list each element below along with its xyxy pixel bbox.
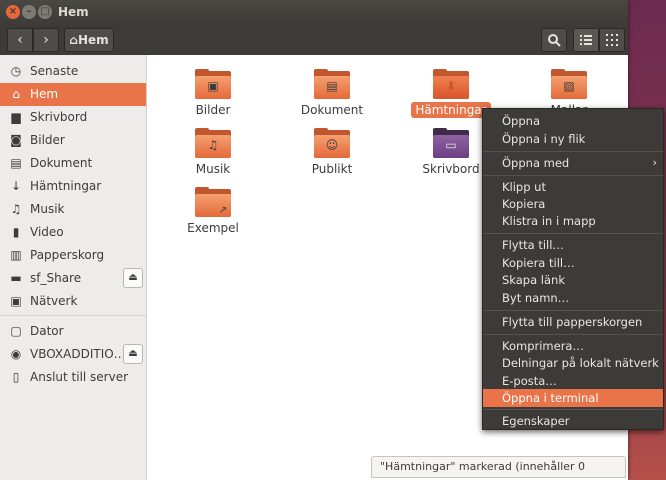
menu-item-kopiera[interactable]: Kopiera xyxy=(483,195,663,213)
public-folder-icon: ☺ xyxy=(314,128,350,158)
menu-item-oppna-i-ny-flik[interactable]: Öppna i ny flik xyxy=(483,130,663,148)
video-icon: ▮ xyxy=(12,225,20,239)
toolbar: ‹ › ⌂Hem xyxy=(0,25,628,55)
sidebar-item-sf-share[interactable]: ▬ sf_Share ⏏ xyxy=(0,267,146,290)
menu-separator xyxy=(483,151,663,152)
eject-icon: ⏏ xyxy=(128,272,138,283)
sidebar-item-dokument[interactable]: ▤ Dokument xyxy=(0,152,146,175)
eject-button[interactable]: ⏏ xyxy=(123,268,143,288)
menu-item-komprimera[interactable]: Komprimera… xyxy=(483,337,663,355)
window-title: Hem xyxy=(58,5,89,19)
menu-item-flytta-till[interactable]: Flytta till… xyxy=(483,236,663,254)
menu-item-skapa-lank[interactable]: Skapa länk xyxy=(483,271,663,289)
folder-exempel[interactable]: ↗ Exempel xyxy=(163,187,263,235)
computer-icon: ▢ xyxy=(10,324,22,338)
menu-separator xyxy=(483,334,663,335)
search-icon xyxy=(548,34,561,47)
chevron-right-icon: › xyxy=(43,32,49,48)
menu-separator xyxy=(483,233,663,234)
path-bar-label: Hem xyxy=(77,33,109,47)
sidebar-item-papperskorg[interactable]: ▥ Papperskorg xyxy=(0,244,146,267)
path-bar-home-button[interactable]: ⌂Hem xyxy=(64,28,114,52)
desktop-icon: ▆ xyxy=(11,110,21,124)
trash-icon: ▥ xyxy=(10,248,22,262)
menu-item-oppna[interactable]: Öppna xyxy=(483,112,663,130)
folder-label: Hämtningar xyxy=(411,102,491,118)
sidebar-item-skrivbord[interactable]: ▆ Skrivbord xyxy=(0,106,146,129)
network-icon: ▣ xyxy=(10,294,22,308)
titlebar: × – □ Hem xyxy=(0,0,628,25)
chevron-right-icon: › xyxy=(652,156,657,169)
sidebar: ◷ Senaste ⌂ Hem ▆ Skrivbord ◙ Bilder ▤ Dokume… xyxy=(0,55,147,480)
clock-icon: ◷ xyxy=(10,64,22,78)
documents-folder-icon: ▤ xyxy=(314,69,350,99)
sidebar-item-natverk[interactable]: ▣ Nätverk xyxy=(0,290,146,313)
maximize-window-button[interactable]: □ xyxy=(38,5,52,19)
menu-item-klistra-in-i-mapp[interactable]: Klistra in i mapp xyxy=(483,212,663,230)
sidebar-item-vboxadditions[interactable]: ◉ VBOXADDITIO… ⏏ xyxy=(0,343,146,366)
sidebar-item-hem[interactable]: ⌂ Hem xyxy=(0,83,146,106)
menu-item-klipp-ut[interactable]: Klipp ut xyxy=(483,178,663,196)
sidebar-item-video[interactable]: ▮ Video xyxy=(0,221,146,244)
menu-separator xyxy=(483,409,663,410)
document-icon: ▤ xyxy=(10,156,22,170)
menu-item-label: Öppna med xyxy=(502,156,570,170)
home-icon: ⌂ xyxy=(69,33,78,47)
sidebar-item-hamtningar[interactable]: ↓ Hämtningar xyxy=(0,175,146,198)
chevron-left-icon: ‹ xyxy=(17,32,23,48)
menu-separator xyxy=(483,310,663,311)
folder-musik[interactable]: ♫ Musik xyxy=(163,128,263,176)
menu-item-oppna-med[interactable]: Öppna med › xyxy=(483,154,663,172)
sidebar-item-bilder[interactable]: ◙ Bilder xyxy=(0,129,146,152)
folder-publikt[interactable]: ☺ Publikt xyxy=(282,128,382,176)
disc-icon: ◉ xyxy=(10,347,22,361)
list-view-button[interactable] xyxy=(573,28,599,52)
back-button[interactable]: ‹ xyxy=(7,28,33,52)
menu-item-kopiera-till[interactable]: Kopiera till… xyxy=(483,254,663,272)
sidebar-item-musik[interactable]: ♫ Musik xyxy=(0,198,146,221)
list-view-icon xyxy=(580,35,592,45)
menu-item-byt-namn[interactable]: Byt namn… xyxy=(483,289,663,307)
downloads-folder-icon: ⬇ xyxy=(433,69,469,99)
folder-bilder[interactable]: ▣ Bilder xyxy=(163,69,263,117)
camera-icon: ◙ xyxy=(10,133,22,147)
search-button[interactable] xyxy=(541,28,567,52)
download-icon: ↓ xyxy=(10,179,22,193)
eject-button[interactable]: ⏏ xyxy=(123,344,143,364)
desktop-folder-icon: ▭ xyxy=(433,128,469,158)
examples-folder-icon: ↗ xyxy=(195,187,231,217)
home-icon: ⌂ xyxy=(12,87,20,101)
sidebar-item-anslut-till-server[interactable]: ▯ Anslut till server xyxy=(0,366,146,389)
menu-item-delningar[interactable]: Delningar på lokalt nätverk xyxy=(483,354,663,372)
drive-icon: ▬ xyxy=(10,271,22,285)
sidebar-item-senaste[interactable]: ◷ Senaste xyxy=(0,60,146,83)
pictures-folder-icon: ▣ xyxy=(195,69,231,99)
templates-folder-icon: ▧ xyxy=(551,69,587,99)
menu-item-flytta-till-papperskorgen[interactable]: Flytta till papperskorgen xyxy=(483,313,663,331)
sidebar-separator xyxy=(0,315,146,316)
minimize-window-button[interactable]: – xyxy=(22,5,36,19)
menu-item-e-posta[interactable]: E-posta… xyxy=(483,372,663,390)
music-folder-icon: ♫ xyxy=(195,128,231,158)
menu-item-oppna-i-terminal[interactable]: Öppna i terminal xyxy=(483,389,663,407)
forward-button[interactable]: › xyxy=(33,28,59,52)
music-icon: ♫ xyxy=(10,202,22,216)
folder-dokument[interactable]: ▤ Dokument xyxy=(282,69,382,117)
menu-separator xyxy=(483,175,663,176)
sidebar-item-dator[interactable]: ▢ Dator xyxy=(0,320,146,343)
menu-item-egenskaper[interactable]: Egenskaper xyxy=(483,412,663,430)
eject-icon: ⏏ xyxy=(128,348,138,359)
close-window-button[interactable]: × xyxy=(6,5,20,19)
server-icon: ▯ xyxy=(12,370,20,384)
grid-view-button[interactable] xyxy=(599,28,625,52)
status-bar: "Hämtningar" markerad (innehåller 0 obje… xyxy=(371,456,626,478)
context-menu: Öppna Öppna i ny flik Öppna med › Klipp u… xyxy=(482,108,664,430)
grid-view-icon xyxy=(606,34,618,46)
